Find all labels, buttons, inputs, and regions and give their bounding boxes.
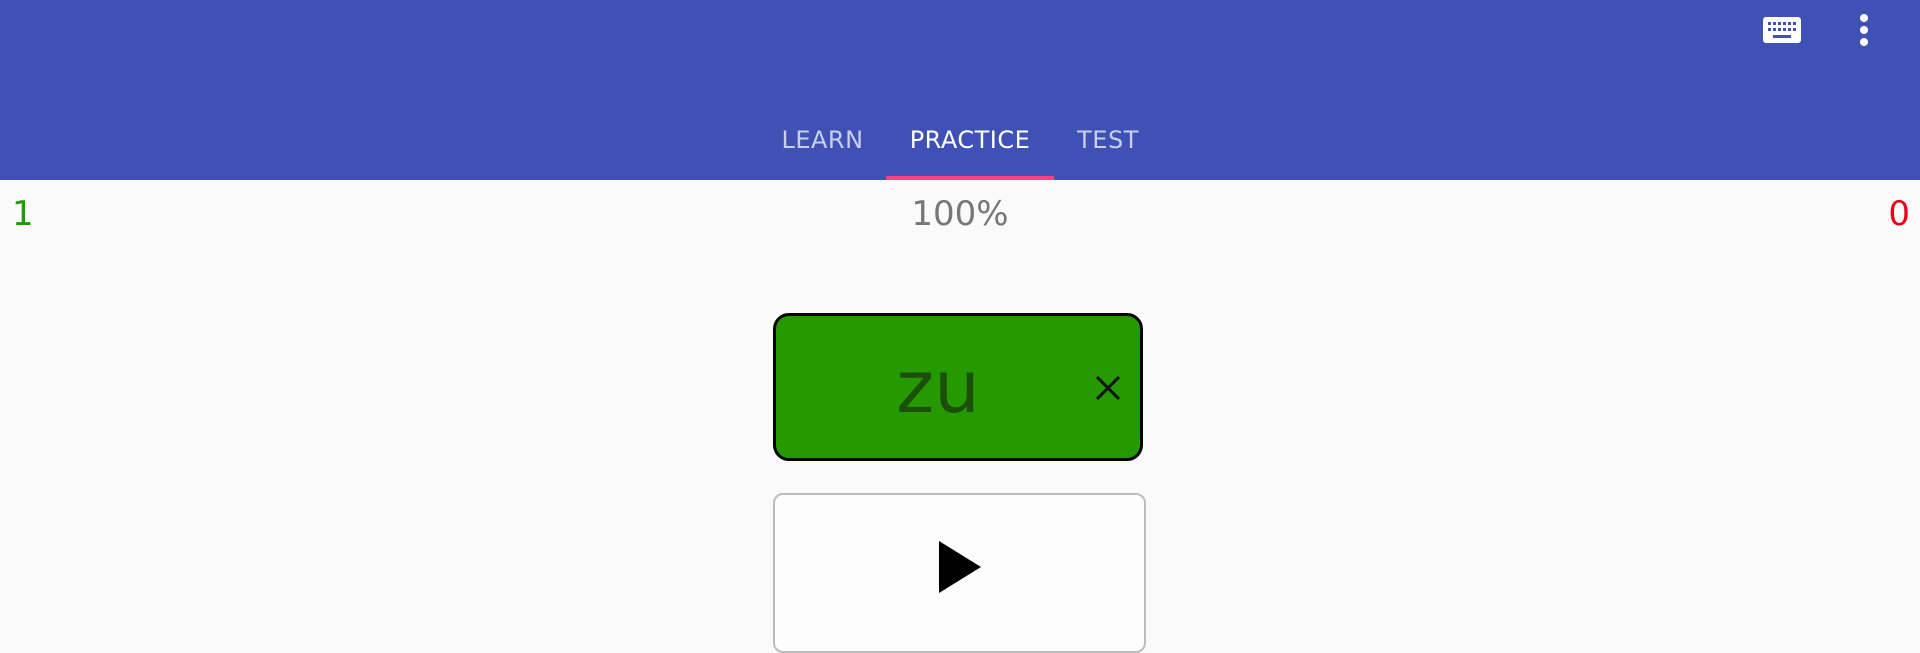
- score-percent: 100%: [911, 194, 1009, 234]
- tab-bar: LEARN PRACTICE TEST: [0, 100, 1920, 180]
- close-icon: [1095, 375, 1121, 401]
- app-bar: LEARN PRACTICE TEST: [0, 0, 1920, 180]
- more-options-button[interactable]: [1834, 10, 1894, 50]
- tab-practice[interactable]: PRACTICE: [886, 100, 1054, 180]
- play-icon[interactable]: [937, 539, 983, 595]
- answer-word: zu: [896, 345, 980, 429]
- tab-indicator: [886, 176, 1054, 180]
- tab-learn[interactable]: LEARN: [765, 100, 880, 180]
- audio-card[interactable]: [773, 493, 1146, 653]
- answer-tile[interactable]: zu: [773, 313, 1143, 461]
- app-title-area: [24, 10, 324, 60]
- wrong-count: 0: [1888, 194, 1910, 234]
- keyboard-icon: [1763, 17, 1801, 43]
- more-vert-icon: [1860, 14, 1868, 46]
- tab-test[interactable]: TEST: [1063, 100, 1153, 180]
- keyboard-button[interactable]: [1752, 10, 1812, 50]
- clear-answer-button[interactable]: [1086, 366, 1130, 410]
